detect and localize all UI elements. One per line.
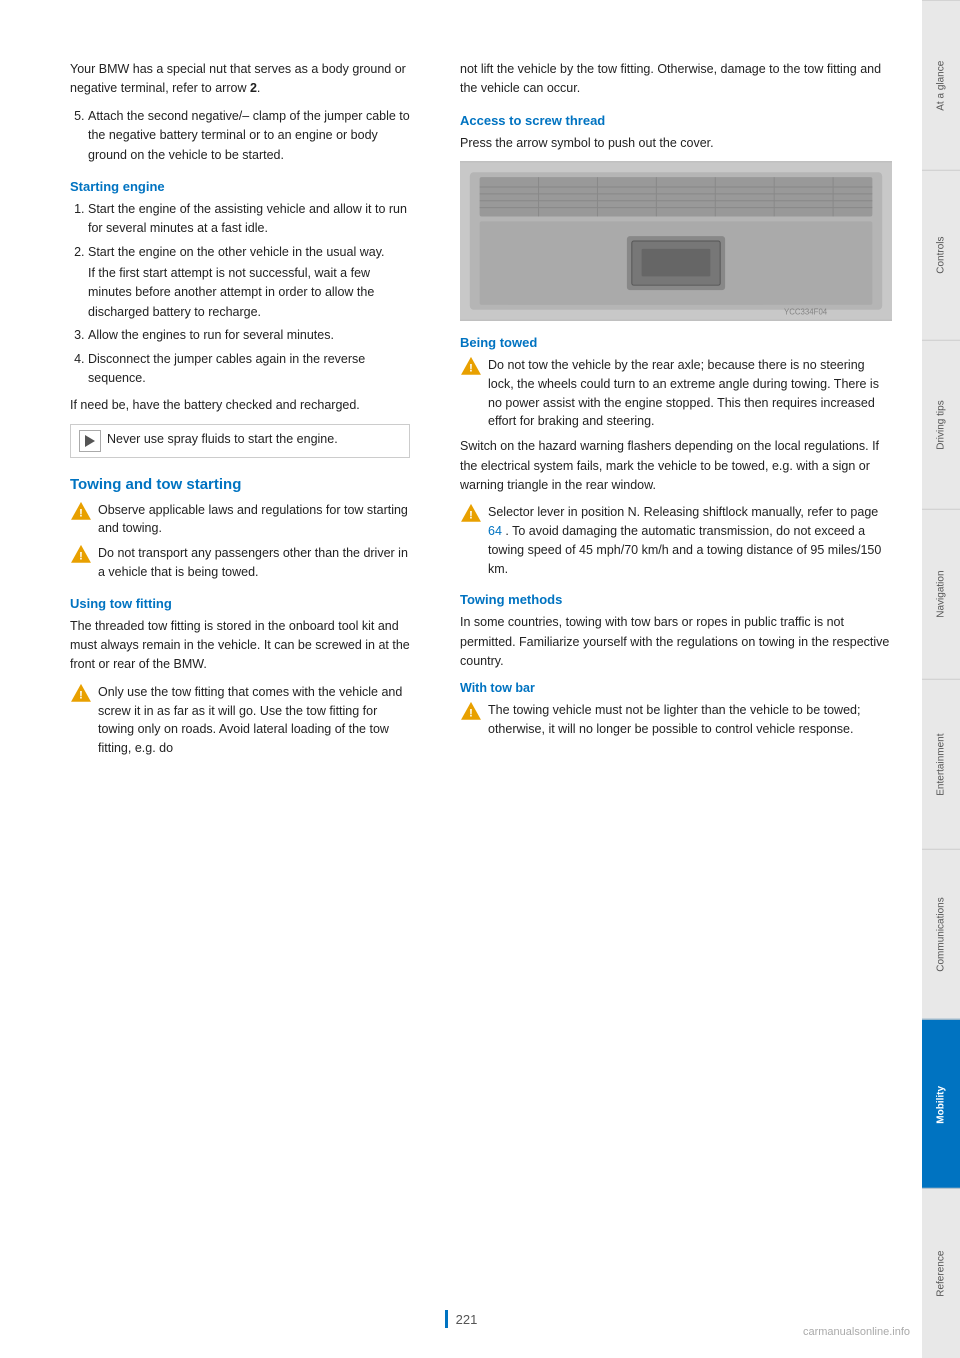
svg-text:!: ! (79, 507, 83, 519)
starting-engine-heading: Starting engine (70, 179, 410, 194)
access-heading: Access to screw thread (460, 113, 892, 128)
warning-icon-rear-axle: ! (460, 356, 482, 378)
warning-passengers: ! Do not transport any passengers other … (70, 544, 410, 582)
sidebar-item-navigation[interactable]: Navigation (922, 509, 960, 679)
sidebar-item-communications[interactable]: Communications (922, 849, 960, 1019)
warning-icon-tow-bar: ! (460, 701, 482, 723)
towing-methods-heading: Towing methods (460, 592, 892, 607)
step-2: Start the engine on the other vehicle in… (88, 243, 410, 323)
hazard-text: Switch on the hazard warning flashers de… (460, 437, 892, 495)
warning-icon-tow: ! (70, 683, 92, 705)
with-tow-bar-heading: With tow bar (460, 681, 892, 695)
warning-tow-bar: ! The towing vehicle must not be lighter… (460, 701, 892, 739)
page-64-link[interactable]: 64 (488, 524, 502, 538)
page-number-bar (445, 1310, 448, 1328)
towing-methods-text: In some countries, towing with tow bars … (460, 613, 892, 671)
svg-text:!: ! (469, 363, 473, 375)
access-text: Press the arrow symbol to push out the c… (460, 134, 892, 153)
being-towed-heading: Being towed (460, 335, 892, 350)
warning-rear-axle: ! Do not tow the vehicle by the rear axl… (460, 356, 892, 431)
svg-text:!: ! (79, 689, 83, 701)
sidebar-item-at-a-glance[interactable]: At a glance (922, 0, 960, 170)
tow-stored-text: The threaded tow fitting is stored in th… (70, 617, 410, 675)
svg-text:!: ! (79, 551, 83, 563)
battery-check: If need be, have the battery checked and… (70, 396, 410, 415)
step-4: Disconnect the jumper cables again in th… (88, 350, 410, 389)
intro-continued: not lift the vehicle by the tow fitting.… (460, 60, 892, 99)
svg-text:!: ! (469, 708, 473, 720)
watermark: carmanualsonline.info (803, 1326, 910, 1338)
sidebar: At a glance Controls Driving tips Naviga… (922, 0, 960, 1358)
step-5: Attach the second negative/– clamp of th… (88, 107, 410, 165)
sidebar-item-controls[interactable]: Controls (922, 170, 960, 340)
warning-icon-passengers: ! (70, 544, 92, 566)
using-tow-heading: Using tow fitting (70, 596, 410, 611)
notice-tow-only: ! Only use the tow fitting that comes wi… (70, 683, 410, 758)
warning-icon-laws: ! (70, 501, 92, 523)
svg-text:YCC334F04: YCC334F04 (784, 308, 828, 317)
play-icon (79, 430, 101, 452)
sidebar-item-driving-tips[interactable]: Driving tips (922, 340, 960, 510)
right-column: not lift the vehicle by the tow fitting.… (440, 60, 922, 1318)
step-3: Allow the engines to run for several min… (88, 326, 410, 345)
step-1: Start the engine of the assisting vehicl… (88, 200, 410, 239)
sidebar-item-reference[interactable]: Reference (922, 1188, 960, 1358)
left-column: Your BMW has a special nut that serves a… (0, 60, 440, 1318)
page-number: 221 (456, 1312, 478, 1327)
intro-paragraph: Your BMW has a special nut that serves a… (70, 60, 410, 99)
towing-heading: Towing and tow starting (70, 476, 410, 493)
warning-selector: ! Selector lever in position N. Releasin… (460, 503, 892, 578)
tow-fitting-image: YCC334F04 (460, 161, 892, 321)
warning-laws: ! Observe applicable laws and regulation… (70, 501, 410, 539)
warning-icon-selector: ! (460, 503, 482, 525)
svg-text:!: ! (469, 510, 473, 522)
notice-spray: Never use spray fluids to start the engi… (70, 424, 410, 458)
sidebar-item-mobility[interactable]: Mobility (922, 1019, 960, 1189)
sidebar-item-entertainment[interactable]: Entertainment (922, 679, 960, 849)
